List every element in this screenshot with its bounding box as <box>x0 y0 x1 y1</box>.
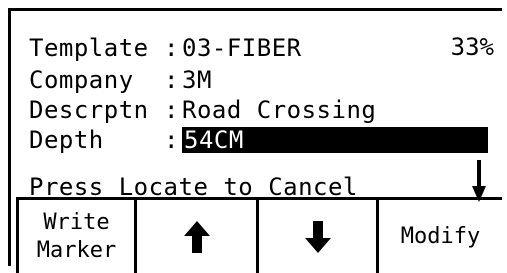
down-arrow-icon <box>472 160 486 202</box>
depth-label: Depth <box>29 126 104 154</box>
modify-label: Modify <box>400 223 481 249</box>
up-arrow-icon <box>183 220 210 253</box>
softkey-bar: Write Marker Modify <box>16 197 502 273</box>
template-label: Template <box>29 34 149 62</box>
description-label: Descrptn <box>29 96 149 124</box>
description-row: Descrptn: Road Crossing <box>29 96 377 124</box>
down-arrow-icon <box>304 220 331 253</box>
modify-button[interactable]: Modify <box>376 200 502 273</box>
template-value: 03-FIBER <box>182 34 302 62</box>
depth-row: Depth:54CM <box>29 127 488 153</box>
down-button[interactable] <box>256 200 376 273</box>
company-row: Company:3M <box>29 66 212 94</box>
template-row: Template:03-FIBER <box>29 34 302 62</box>
write-marker-line2: Marker <box>36 237 117 263</box>
description-value: Road Crossing <box>182 96 377 124</box>
company-value: 3M <box>182 66 212 94</box>
depth-value-selected[interactable]: 54CM <box>182 127 488 153</box>
up-button[interactable] <box>134 200 256 273</box>
write-marker-line1: Write <box>43 209 110 235</box>
write-marker-button[interactable]: Write Marker <box>16 200 134 273</box>
company-label: Company <box>29 66 134 94</box>
battery-percent: 33% <box>450 33 494 61</box>
